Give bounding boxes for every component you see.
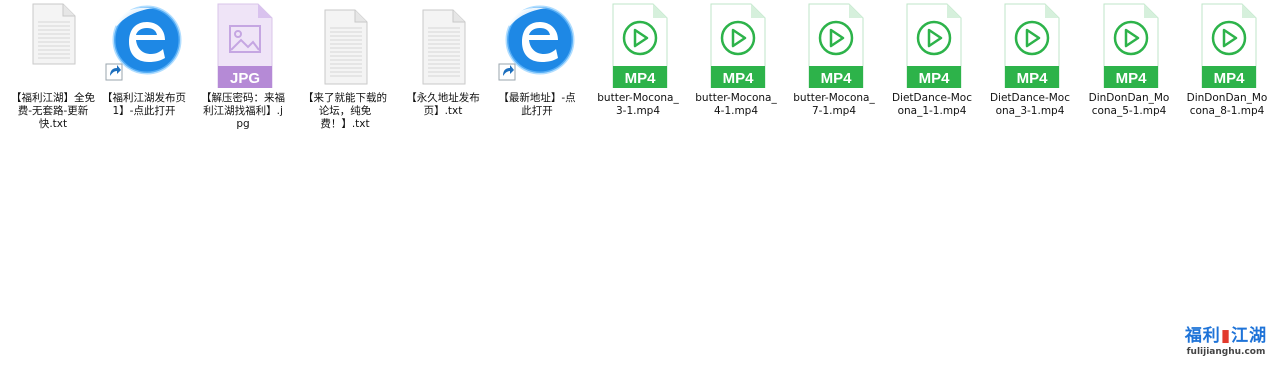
file-item[interactable]: MP4 butter-Mocona_7-1.mp4 (791, 2, 877, 118)
mp4-badge: MP4 (1017, 70, 1049, 87)
mp4-file-icon: MP4 (1184, 2, 1270, 92)
mp4-badge: MP4 (625, 70, 657, 87)
shortcut-arrow-icon (105, 63, 123, 81)
file-name: DinDonDan_Mocona_5-1.mp4 (1088, 92, 1170, 117)
logo-title-part1: 福利 (1184, 326, 1221, 346)
mp4-file-icon: MP4 (791, 2, 877, 92)
file-name: DietDance-Mocona_3-1.mp4 (989, 92, 1071, 117)
file-name: 【福利江湖】全免费-无套路-更新快.txt (11, 92, 95, 130)
logo-url: fulijianghu.com (1186, 347, 1266, 357)
mp4-badge: MP4 (1116, 70, 1148, 87)
mp4-file-icon: MP4 (1086, 2, 1172, 92)
file-item[interactable]: 【来了就能下载的论坛，纯免费！】.txt (302, 2, 388, 131)
text-file-icon (400, 2, 486, 92)
file-name: 【解压密码：来福利江湖找福利】.jpg (201, 92, 285, 130)
mp4-badge: MP4 (1214, 70, 1246, 87)
mp4-badge: MP4 (723, 70, 755, 87)
logo-title: 福利▮江湖 (1180, 326, 1272, 346)
file-explorer-view: 【福利江湖】全免费-无套路-更新快.txt 【福利江湖发布页1】-点此打开 JP… (0, 0, 1280, 372)
file-item[interactable]: 【永久地址发布页】.txt (400, 2, 486, 118)
jpg-badge: JPG (230, 70, 260, 87)
file-item[interactable]: JPG 【解压密码：来福利江湖找福利】.jpg (200, 2, 286, 131)
file-item[interactable]: 【福利江湖发布页1】-点此打开 (101, 2, 187, 118)
shortcut-arrow-icon (498, 63, 516, 81)
file-name: 【永久地址发布页】.txt (406, 92, 480, 117)
text-file-icon (10, 2, 96, 92)
file-item[interactable]: 【最新地址】-点此打开 (494, 2, 580, 118)
file-name: butter-Mocona_7-1.mp4 (793, 92, 875, 117)
jpg-file-icon: JPG (200, 2, 286, 92)
file-item[interactable]: MP4 butter-Mocona_3-1.mp4 (595, 2, 681, 118)
file-item[interactable]: MP4 butter-Mocona_4-1.mp4 (693, 2, 779, 118)
watermark-logo: 福利▮江湖 fulijianghu.com (1180, 326, 1272, 364)
mp4-badge: MP4 (919, 70, 951, 87)
file-item[interactable]: MP4 DinDonDan_Mocona_8-1.mp4 (1184, 2, 1270, 118)
file-name: 【来了就能下载的论坛，纯免费！】.txt (303, 92, 387, 130)
logo-mouse-icon: ▮ (1220, 326, 1232, 346)
browser-shortcut-icon (494, 2, 580, 92)
mp4-file-icon: MP4 (595, 2, 681, 92)
mp4-badge: MP4 (821, 70, 853, 87)
logo-title-part2: 江湖 (1231, 326, 1268, 346)
file-name: DinDonDan_Mocona_8-1.mp4 (1186, 92, 1268, 117)
file-item[interactable]: 【福利江湖】全免费-无套路-更新快.txt (10, 2, 96, 131)
mp4-file-icon: MP4 (693, 2, 779, 92)
file-item[interactable]: MP4 DietDance-Mocona_1-1.mp4 (889, 2, 975, 118)
file-name: 【最新地址】-点此打开 (498, 92, 576, 117)
mp4-file-icon: MP4 (987, 2, 1073, 92)
file-name: butter-Mocona_4-1.mp4 (695, 92, 777, 117)
text-file-icon (302, 2, 388, 92)
browser-shortcut-icon (101, 2, 187, 92)
file-name: DietDance-Mocona_1-1.mp4 (891, 92, 973, 117)
file-item[interactable]: MP4 DinDonDan_Mocona_5-1.mp4 (1086, 2, 1172, 118)
file-name: butter-Mocona_3-1.mp4 (597, 92, 679, 117)
mp4-file-icon: MP4 (889, 2, 975, 92)
file-name: 【福利江湖发布页1】-点此打开 (102, 92, 186, 117)
file-item[interactable]: MP4 DietDance-Mocona_3-1.mp4 (987, 2, 1073, 118)
